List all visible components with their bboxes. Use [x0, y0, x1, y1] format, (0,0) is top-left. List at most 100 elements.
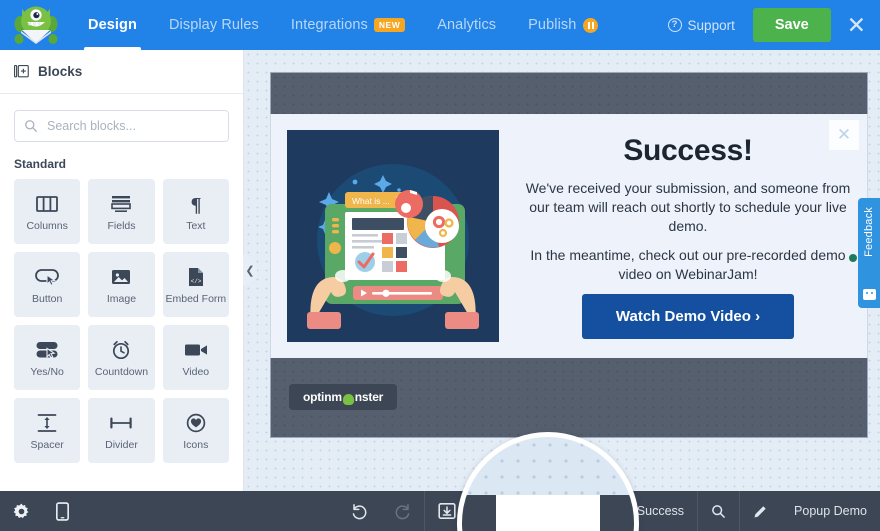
undo-icon — [352, 503, 367, 519]
block-label: Image — [106, 293, 137, 305]
block-tile-button[interactable]: Button — [14, 252, 81, 317]
embed-form-code-icon: </> — [188, 264, 204, 290]
block-tile-icons[interactable]: Icons — [162, 398, 229, 463]
svg-text:¶: ¶ — [190, 194, 201, 214]
search-box[interactable] — [14, 110, 229, 142]
heart-circle-icon — [186, 410, 206, 436]
optinmonster-campaign-editor: Design Display Rules Integrations NEW An… — [0, 0, 880, 531]
block-tile-spacer[interactable]: Spacer — [14, 398, 81, 463]
new-badge: NEW — [373, 18, 406, 32]
support-label: Support — [687, 17, 735, 33]
popup-paragraph-2: In the meantime, check out our pre-recor… — [530, 246, 846, 282]
feedback-tab[interactable]: Feedback — [858, 198, 880, 308]
block-tile-text[interactable]: ¶ Text — [162, 179, 229, 244]
spacer-icon — [37, 410, 57, 436]
blocks-group-title: Standard — [14, 157, 67, 171]
search-icon — [25, 120, 37, 132]
watermark-text-after: nster — [354, 390, 384, 404]
paragraph-icon: ¶ — [187, 191, 205, 217]
magnifier-content: Success — [462, 437, 634, 531]
magnified-bar-left — [462, 495, 496, 531]
magnifier-lens-overlay: Success — [457, 432, 639, 531]
blocks-sidebar: Blocks Standard Columns — [0, 50, 244, 491]
undo-button[interactable] — [338, 491, 381, 531]
svg-text:</>: </> — [190, 278, 201, 285]
campaign-name[interactable]: Popup Demo — [781, 491, 880, 531]
top-navigation-bar: Design Display Rules Integrations NEW An… — [0, 0, 880, 50]
question-circle-icon: ? — [667, 18, 682, 32]
search-input[interactable] — [47, 119, 228, 133]
campaign-name-label: Popup Demo — [794, 504, 867, 518]
magnified-bar-right — [600, 495, 634, 531]
search-icon — [712, 504, 725, 518]
save-template-icon — [438, 502, 456, 519]
nav-label-analytics: Analytics — [437, 17, 497, 33]
alarm-clock-icon — [111, 337, 131, 363]
preview-search-button[interactable] — [698, 491, 739, 531]
popup-body: ✕ What is ... Success! We've received yo… — [270, 114, 868, 358]
block-tile-divider[interactable]: Divider — [88, 398, 155, 463]
block-tile-columns[interactable]: Columns — [14, 179, 81, 244]
monster-head-icon — [342, 393, 354, 405]
divider-icon — [109, 410, 133, 436]
block-tile-image[interactable]: Image — [88, 252, 155, 317]
nav-item-design[interactable]: Design — [72, 0, 153, 50]
block-label: Text — [186, 220, 206, 232]
rename-campaign-button[interactable] — [740, 491, 781, 531]
block-label: Spacer — [30, 439, 64, 451]
main-nav: Design Display Rules Integrations NEW An… — [72, 0, 614, 50]
nav-label-integrations: Integrations — [290, 17, 368, 33]
optinmonster-watermark[interactable]: optinm nster — [289, 384, 398, 410]
optinmonster-monster-logo — [14, 6, 58, 44]
watch-demo-video-button[interactable]: Watch Demo Video › — [581, 293, 795, 339]
yesno-toggle-icon — [35, 337, 59, 363]
nav-item-publish[interactable]: Publish — [512, 0, 614, 50]
nav-item-integrations[interactable]: Integrations NEW — [275, 0, 421, 50]
nav-label-publish: Publish — [528, 17, 577, 33]
sidebar-title: Blocks — [38, 64, 83, 79]
redo-button[interactable] — [381, 491, 424, 531]
block-label: Video — [182, 366, 210, 378]
success-tab-label: Success — [636, 504, 685, 518]
block-label: Fields — [107, 220, 136, 232]
gear-icon — [13, 503, 29, 518]
redo-icon — [395, 503, 410, 519]
block-tile-fields[interactable]: Fields — [88, 179, 155, 244]
tablet-analytics-illustration[interactable]: What is ... — [287, 130, 499, 342]
close-icon[interactable]: ✕ — [847, 13, 866, 37]
nav-item-display-rules[interactable]: Display Rules — [153, 0, 275, 50]
smiley-face-icon — [862, 289, 876, 300]
block-label: Button — [31, 293, 63, 305]
magnified-tab-background — [496, 495, 600, 531]
block-label: Yes/No — [30, 366, 64, 378]
mobile-device-icon — [56, 501, 69, 521]
block-label: Embed Form — [165, 293, 227, 305]
video-camera-icon — [184, 337, 208, 363]
nav-item-analytics[interactable]: Analytics — [421, 0, 512, 50]
svg-text:What is ...: What is ... — [352, 196, 390, 206]
status-dot — [849, 253, 857, 262]
settings-button[interactable] — [0, 491, 43, 531]
block-tile-embed-form[interactable]: </> Embed Form — [162, 252, 229, 317]
block-tile-yesno[interactable]: Yes/No — [14, 325, 81, 390]
popup-paragraph-1: We've received your submission, and some… — [525, 179, 851, 234]
save-button[interactable]: Save — [752, 8, 831, 42]
pause-status-icon — [583, 17, 599, 33]
block-tile-video[interactable]: Video — [162, 325, 229, 390]
popup-title: Success! — [623, 133, 753, 167]
popup-text-content: Success! We've received your submission,… — [499, 134, 867, 339]
app-logo[interactable] — [0, 0, 72, 50]
popup-top-band — [270, 72, 868, 114]
campaign-preview-canvas: ✕ What is ... Success! We've received yo… — [244, 50, 880, 491]
top-bar-actions: ? Support Save ✕ — [667, 0, 880, 50]
block-label: Icons — [183, 439, 209, 451]
magnified-dot-pattern — [462, 437, 634, 495]
mobile-preview-button[interactable] — [43, 491, 82, 531]
block-tile-countdown[interactable]: Countdown — [88, 325, 155, 390]
support-button[interactable]: ? Support — [667, 17, 735, 33]
search-section — [0, 94, 243, 142]
fields-icon — [111, 191, 132, 217]
pencil-icon — [754, 505, 766, 517]
sidebar-header: Blocks — [0, 50, 243, 94]
block-label: Columns — [26, 220, 68, 232]
